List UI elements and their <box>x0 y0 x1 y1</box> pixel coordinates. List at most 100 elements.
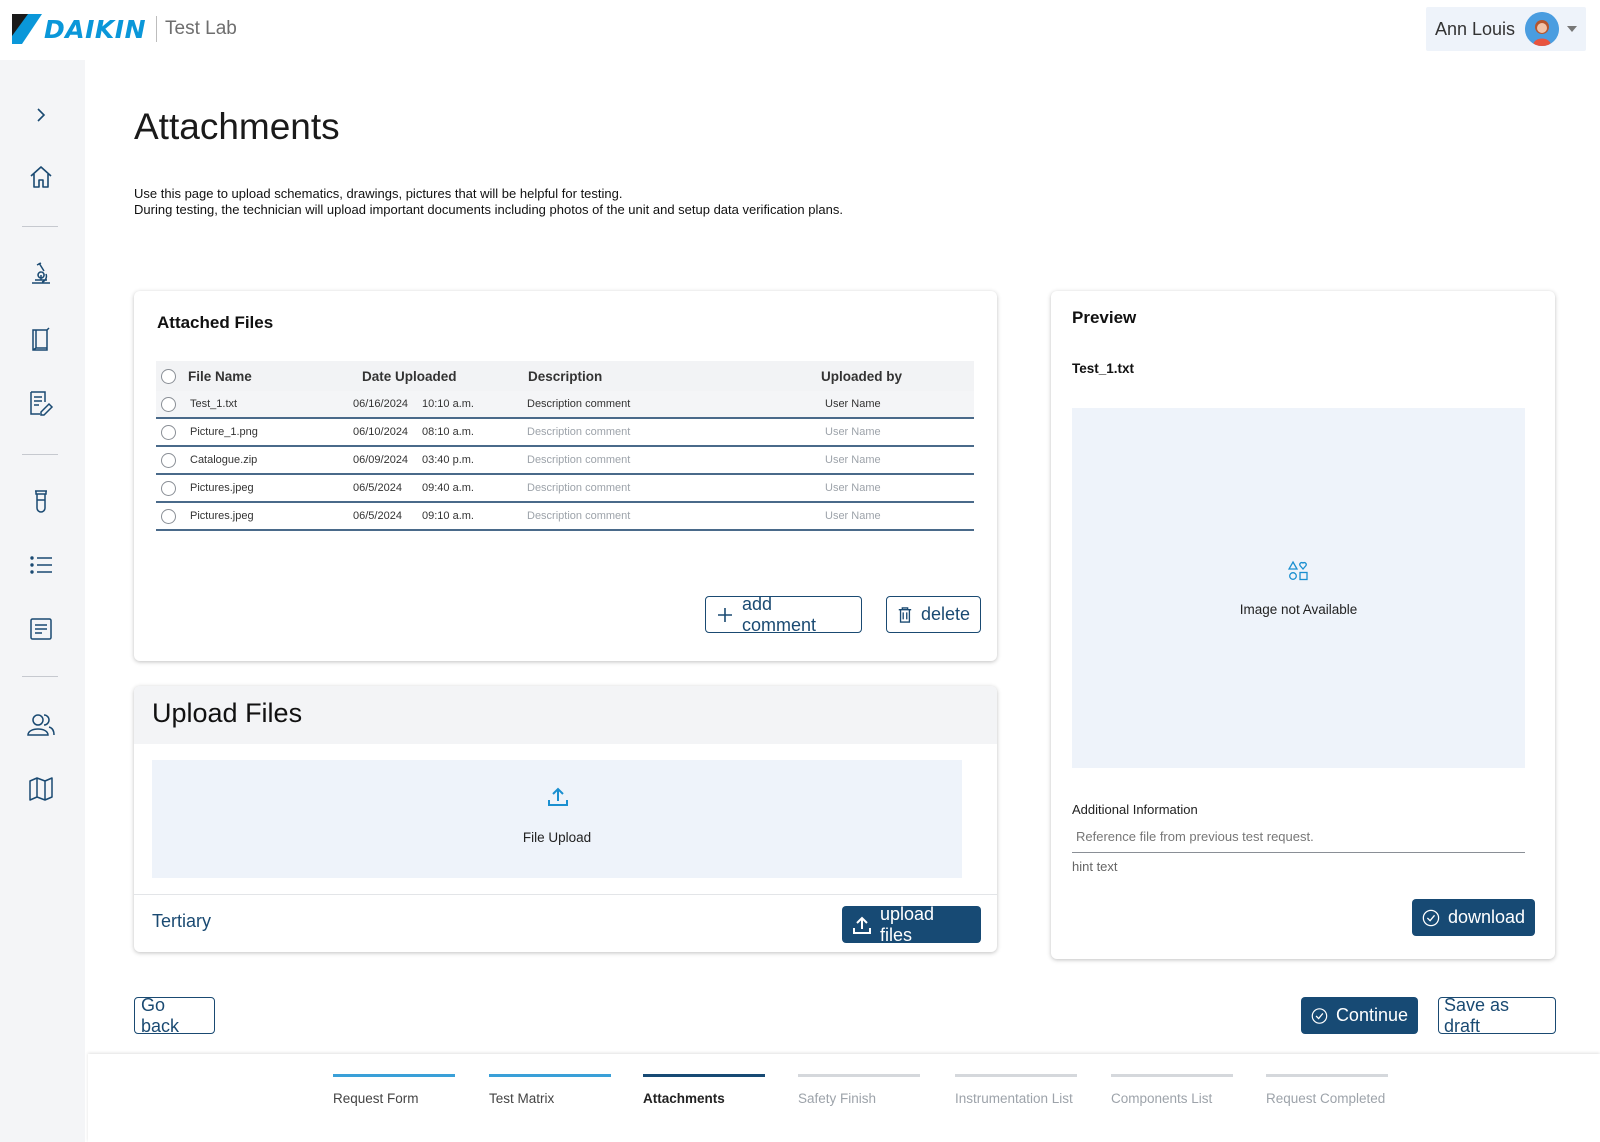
add-comment-label: add comment <box>741 593 817 635</box>
top-header: DAIKIN Test Lab Ann Louis <box>0 0 1600 60</box>
column-header-description[interactable]: Description <box>528 369 602 384</box>
row-checkbox[interactable] <box>161 424 176 440</box>
column-header-uploaded-by[interactable]: Uploaded by <box>821 369 902 384</box>
sidebar-item-documents[interactable] <box>24 612 58 646</box>
file-name-cell: Catalogue.zip <box>190 454 258 466</box>
file-name-cell: Pictures.jpeg <box>190 510 254 522</box>
uploaded-by-cell: User Name <box>825 454 881 466</box>
date-cell: 06/09/2024 <box>353 454 409 466</box>
save-as-draft-button[interactable]: Save as draft <box>1438 994 1556 1036</box>
row-checkbox[interactable] <box>161 508 176 524</box>
description-cell: Description comment <box>527 510 631 522</box>
sidebar-divider <box>22 454 58 455</box>
row-checkbox[interactable] <box>161 452 176 468</box>
sidebar-divider <box>22 676 58 677</box>
preview-image-area: Image not Available <box>1072 408 1525 768</box>
brand-name: DAIKIN <box>44 14 146 44</box>
brand-logo[interactable]: DAIKIN Test Lab <box>12 14 237 44</box>
time-cell: 08:10 a.m. <box>422 426 474 438</box>
progress-stepper: Request Form Test Matrix Attachments Safety… <box>88 1054 1600 1142</box>
continue-button[interactable]: Continue <box>1301 997 1418 1034</box>
step-label: Test Matrix <box>489 1091 555 1106</box>
add-comment-button[interactable]: add comment <box>705 593 862 635</box>
upload-footer-divider <box>134 894 997 895</box>
avatar <box>1525 12 1560 46</box>
sidebar-divider <box>22 226 58 227</box>
check-circle-icon <box>1422 909 1440 926</box>
table-body: Test_1.txt 06/16/2024 10:10 a.m. Descriptio… <box>156 391 974 531</box>
column-header-file-name[interactable]: File Name <box>188 369 252 384</box>
step-request-completed[interactable]: Request Completed <box>1266 1074 1388 1106</box>
sidebar-item-library[interactable] <box>24 322 58 356</box>
sidebar-item-lab[interactable] <box>24 256 58 290</box>
description-line-2: During testing, the technician will uplo… <box>134 201 843 217</box>
time-cell: 10:10 a.m. <box>422 398 474 410</box>
field-hint-text: hint text <box>1072 859 1118 874</box>
go-back-button[interactable]: Go back <box>134 995 215 1036</box>
page-description: Use this page to upload schematics, draw… <box>134 186 843 217</box>
upload-files-header: Upload Files <box>134 686 997 744</box>
row-checkbox[interactable] <box>161 480 176 496</box>
step-instrumentation-list[interactable]: Instrumentation List <box>955 1074 1077 1106</box>
sidebar-expand-button[interactable] <box>24 98 58 132</box>
sidebar-item-list[interactable] <box>24 548 58 582</box>
time-cell: 03:40 p.m. <box>422 454 474 466</box>
table-row[interactable]: Pictures.jpeg 06/5/2024 09:40 a.m. Descript… <box>156 475 974 503</box>
upload-files-button[interactable]: upload files <box>842 903 981 945</box>
user-name: Ann Louis <box>1435 18 1516 39</box>
step-label: Attachments <box>643 1091 725 1106</box>
time-cell: 09:10 a.m. <box>422 510 474 522</box>
sidebar-item-users[interactable] <box>24 708 58 742</box>
attached-files-card: Attached Files File Name Date Uploaded D… <box>134 291 997 661</box>
description-cell: Description comment <box>527 482 631 494</box>
step-request-form[interactable]: Request Form <box>333 1074 455 1106</box>
sidebar-item-map[interactable] <box>24 772 58 806</box>
trash-icon <box>898 606 912 623</box>
step-attachments[interactable]: Attachments <box>643 1074 765 1106</box>
sidebar-item-tests[interactable] <box>24 484 58 518</box>
date-cell: 06/16/2024 <box>353 398 409 410</box>
uploaded-by-cell: User Name <box>825 482 881 494</box>
save-as-draft-label: Save as draft <box>1444 994 1510 1036</box>
additional-information-field[interactable] <box>1072 821 1525 853</box>
preview-file-name: Test_1.txt <box>1072 361 1135 376</box>
sidebar-item-home[interactable] <box>24 160 58 194</box>
check-circle-icon <box>1311 1007 1328 1024</box>
upload-files-label: upload files <box>879 903 935 945</box>
step-progress-bar <box>333 1074 455 1077</box>
user-menu[interactable]: Ann Louis <box>1426 7 1586 51</box>
date-cell: 06/5/2024 <box>353 482 402 494</box>
table-row[interactable]: Catalogue.zip 06/09/2024 03:40 p.m. Descrip… <box>156 447 974 475</box>
logo-divider <box>156 16 157 42</box>
tertiary-button[interactable]: Tertiary <box>152 911 211 932</box>
row-checkbox[interactable] <box>161 396 176 412</box>
table-header: File Name Date Uploaded Description Uplo… <box>156 361 974 391</box>
map-icon <box>29 777 53 801</box>
sidebar-item-edit-document[interactable] <box>24 386 58 420</box>
file-upload-label: File Upload <box>522 830 592 845</box>
preview-title: Preview <box>1072 308 1137 327</box>
microscope-icon <box>32 262 50 284</box>
table-row[interactable]: Picture_1.png 06/10/2024 08:10 a.m. Descrip… <box>156 419 974 447</box>
attached-files-title: Attached Files <box>157 313 274 332</box>
step-progress-bar <box>955 1074 1077 1077</box>
select-all-checkbox[interactable] <box>161 368 176 384</box>
table-row[interactable]: Pictures.jpeg 06/5/2024 09:10 a.m. Descript… <box>156 503 974 531</box>
step-progress-bar <box>489 1074 611 1077</box>
file-name-cell: Picture_1.png <box>190 426 258 438</box>
delete-button[interactable]: delete <box>886 596 981 633</box>
step-test-matrix[interactable]: Test Matrix <box>489 1074 611 1106</box>
column-header-date[interactable]: Date Uploaded <box>362 369 457 384</box>
description-line-1: Use this page to upload schematics, draw… <box>134 186 623 201</box>
step-safety-finish[interactable]: Safety Finish <box>798 1074 920 1106</box>
download-button[interactable]: download <box>1412 899 1535 936</box>
document-edit-icon <box>30 391 54 416</box>
step-label: Request Form <box>333 1091 419 1106</box>
additional-information-label: Additional Information <box>1072 802 1198 817</box>
file-upload-dropzone[interactable]: File Upload <box>152 760 962 878</box>
step-progress-bar <box>643 1074 765 1077</box>
time-cell: 09:40 a.m. <box>422 482 474 494</box>
table-row[interactable]: Test_1.txt 06/16/2024 10:10 a.m. Descriptio… <box>156 391 974 419</box>
step-components-list[interactable]: Components List <box>1111 1074 1233 1106</box>
test-tube-icon <box>35 490 47 513</box>
